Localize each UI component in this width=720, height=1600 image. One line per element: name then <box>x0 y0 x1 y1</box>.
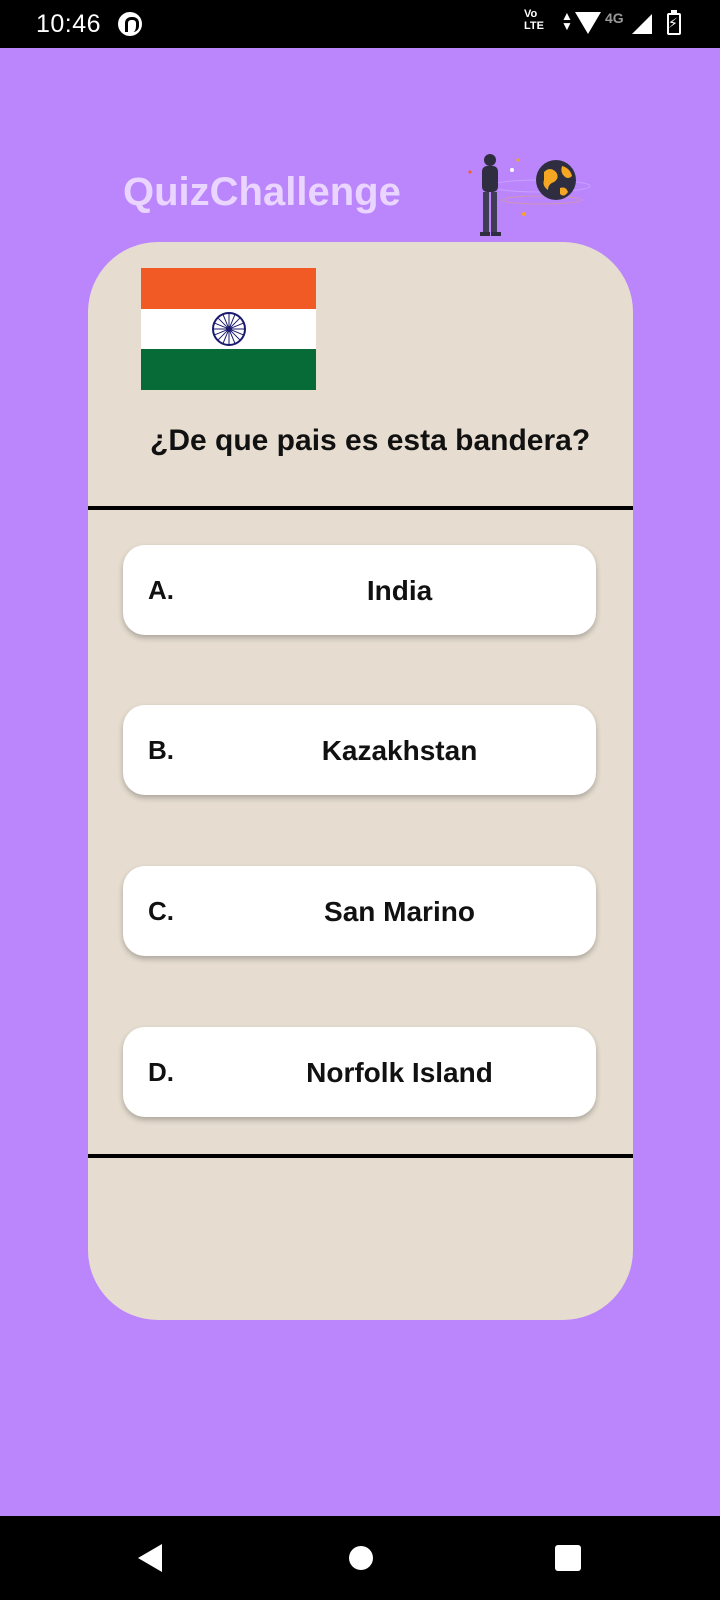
app-notification-icon <box>118 12 142 36</box>
person-with-globe-illustration <box>468 154 591 236</box>
answer-letter: B. <box>148 735 174 765</box>
india-flag-image <box>141 268 316 391</box>
volte-label: Vo LTE <box>524 8 544 32</box>
answer-letter: D. <box>148 1057 174 1087</box>
answer-option-b[interactable]: B. Kazakhstan <box>123 705 596 795</box>
status-bar: 10:46 Vo LTE ▲ ▼ 4G <box>0 0 720 48</box>
data-arrows-icon: ▲ ▼ <box>561 9 573 33</box>
wifi-icon <box>575 12 601 34</box>
answer-letter: A. <box>148 575 174 605</box>
status-time: 10:46 <box>36 10 102 38</box>
home-icon[interactable] <box>349 1546 373 1570</box>
answer-text: Norfolk Island <box>306 1057 493 1088</box>
back-icon[interactable] <box>138 1544 162 1572</box>
signal-icon <box>632 14 652 34</box>
network-type-label: 4G <box>605 10 624 26</box>
answer-text: Kazakhstan <box>321 735 478 766</box>
battery-charging-icon <box>667 10 681 35</box>
answer-option-c[interactable]: C. San Marino <box>123 866 596 956</box>
quiz-card: ¿De que pais es esta bandera? A. India B… <box>88 242 633 1320</box>
top-divider <box>88 506 633 510</box>
bottom-divider <box>88 1154 633 1158</box>
recents-icon[interactable] <box>555 1545 581 1571</box>
ashoka-chakra-icon <box>211 312 246 346</box>
answer-letter: C. <box>148 896 174 926</box>
question-text: ¿De que pais es esta bandera? <box>150 424 591 457</box>
navigation-bar <box>0 1516 720 1600</box>
answer-option-d[interactable]: D. Norfolk Island <box>123 1027 596 1117</box>
answer-text: India <box>366 575 433 606</box>
app-title: QuizChallenge <box>123 170 401 214</box>
flag-stripe-green <box>141 349 316 391</box>
answer-option-a[interactable]: A. India <box>123 545 596 635</box>
flag-stripe-saffron <box>141 268 316 309</box>
answer-text: San Marino <box>324 896 475 927</box>
flag-stripe-white <box>141 308 316 350</box>
